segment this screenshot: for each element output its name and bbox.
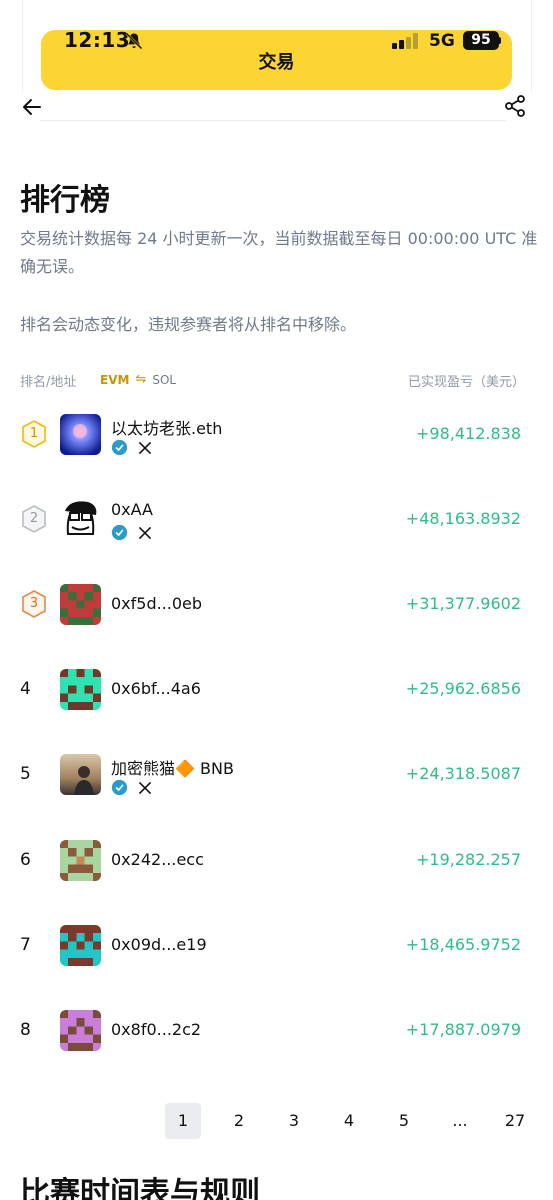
realized-pnl-value: +48,163.8932 (405, 509, 521, 528)
header-divider (40, 120, 506, 121)
verified-icon (111, 439, 128, 456)
rank-number: 8 (20, 1020, 31, 1040)
leaderboard-row[interactable]: 8 0x8f0...2c2 +17,887.0979 (0, 1000, 553, 1060)
bronze-medal-icon: 3 (20, 590, 48, 618)
page-ellipsis[interactable]: ... (442, 1103, 478, 1139)
realized-pnl-value: +18,465.9752 (405, 935, 521, 954)
x-twitter-icon[interactable] (138, 781, 152, 795)
rank-number: 5 (20, 764, 31, 784)
realized-pnl-value: +19,282.257 (415, 850, 521, 869)
rank-number: 2 (29, 511, 39, 526)
verified-icon (111, 524, 128, 541)
realized-pnl-value: +25,962.6856 (405, 679, 521, 698)
avatar[interactable] (60, 414, 101, 455)
silver-medal-icon: 2 (20, 505, 48, 533)
share-icon[interactable] (503, 94, 527, 118)
page-title: 排行榜 (20, 183, 110, 218)
verified-icon (111, 779, 128, 796)
gold-medal-icon: 1 (20, 420, 48, 448)
avatar[interactable] (60, 584, 101, 625)
leaderboard-row[interactable]: 3 0xf5d...0eb +31,377.9602 (0, 574, 553, 634)
x-twitter-icon[interactable] (138, 526, 152, 540)
realized-pnl-value: +31,377.9602 (405, 594, 521, 613)
realized-pnl-value: +98,412.838 (415, 424, 521, 443)
chain-sol-option[interactable]: SOL (152, 373, 176, 387)
avatar[interactable] (60, 754, 101, 795)
trader-address[interactable]: 0x6bf...4a6 (111, 679, 201, 698)
trader-address[interactable]: 0x8f0...2c2 (111, 1020, 201, 1039)
back-arrow-icon[interactable] (20, 95, 44, 119)
rank-number: 1 (29, 426, 39, 441)
leaderboard-row[interactable]: 4 0x6bf...4a6 +25,962.6856 (0, 659, 553, 719)
rank-number: 4 (20, 679, 31, 699)
realized-pnl-value: +24,318.5087 (405, 764, 521, 783)
page-button-3[interactable]: 3 (276, 1103, 312, 1139)
page-button-4[interactable]: 4 (331, 1103, 367, 1139)
trader-address[interactable]: 0x09d...e19 (111, 935, 207, 954)
page-button-5[interactable]: 5 (386, 1103, 422, 1139)
leaderboard-row[interactable]: 1 以太坊老张.eth +98,412.838 (0, 404, 553, 464)
rank-address-header: 排名/地址 (20, 375, 77, 390)
leaderboard-row[interactable]: 7 0x09d...e19 +18,465.9752 (0, 915, 553, 975)
page-button-1[interactable]: 1 (165, 1103, 201, 1139)
page-button-last[interactable]: 27 (497, 1103, 533, 1139)
page-button-2[interactable]: 2 (221, 1103, 257, 1139)
realized-pnl-value: +17,887.0979 (405, 1020, 521, 1039)
leaderboard-row[interactable]: 6 0x242...ecc +19,282.257 (0, 830, 553, 890)
trader-name[interactable]: 0xAA (111, 500, 153, 519)
trader-name[interactable]: 加密熊猫🔶 BNB (111, 755, 234, 779)
rank-number: 3 (29, 596, 39, 611)
trader-address[interactable]: 0x242...ecc (111, 850, 204, 869)
avatar[interactable] (60, 840, 101, 881)
pagination: 1 2 3 4 5 ... 27 (0, 1103, 553, 1139)
schedule-rules-title: 比赛时间表与规则 (20, 1176, 260, 1200)
avatar[interactable] (60, 1010, 101, 1051)
signal-icon (392, 33, 422, 49)
trader-address[interactable]: 0xf5d...0eb (111, 594, 202, 613)
trader-name[interactable]: 以太坊老张.eth (111, 415, 222, 439)
rank-number: 7 (20, 935, 31, 955)
swap-icon[interactable]: ⇋ (135, 372, 146, 387)
trade-button-label[interactable]: 交易 (41, 48, 512, 74)
update-description: 交易统计数据每 24 小时更新一次，当前数据截至每日 00:00:00 UTC … (20, 229, 538, 276)
chain-evm-option[interactable]: EVM (100, 373, 129, 387)
chain-toggle[interactable]: EVM ⇋ SOL (100, 372, 176, 387)
avatar[interactable] (60, 499, 101, 540)
leaderboard-row[interactable]: 5 加密熊猫🔶 BNB +24,318.5087 (0, 744, 553, 804)
top-chrome: 12:13 5G 95 交易 (0, 0, 553, 92)
battery-tip (499, 37, 501, 44)
leaderboard-row[interactable]: 2 0xAA +48,163.8932 (0, 489, 553, 549)
x-twitter-icon[interactable] (138, 441, 152, 455)
ranking-note: 排名会动态变化，违规参赛者将从排名中移除。 (20, 315, 357, 334)
realized-pnl-header: 已实现盈亏（美元） (407, 375, 525, 390)
avatar[interactable] (60, 925, 101, 966)
rank-number: 6 (20, 850, 31, 870)
avatar[interactable] (60, 669, 101, 710)
